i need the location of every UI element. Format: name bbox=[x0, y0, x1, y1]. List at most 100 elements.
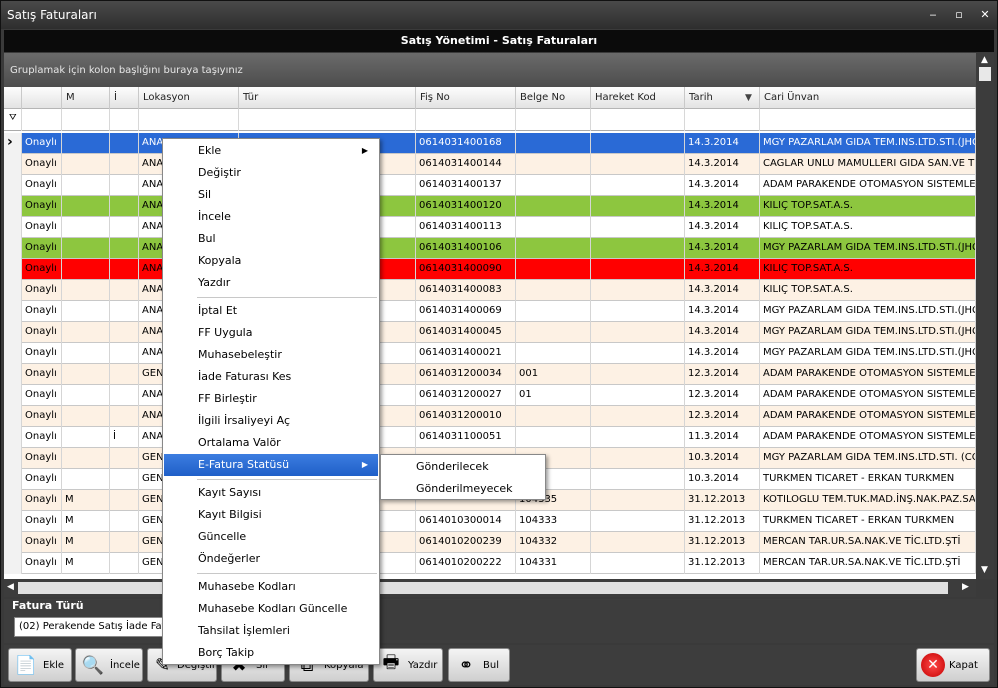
row-indicator[interactable] bbox=[4, 469, 22, 490]
filter-cell-9[interactable] bbox=[685, 109, 760, 131]
column-header-7[interactable]: Belge No bbox=[516, 87, 591, 109]
table-row[interactable]: OnaylıANAası061403140012014.3.2014KILIÇ … bbox=[4, 196, 976, 217]
filter-cell-1[interactable] bbox=[22, 109, 62, 131]
row-indicator[interactable] bbox=[4, 259, 22, 280]
row-indicator[interactable] bbox=[4, 553, 22, 574]
table-row[interactable]: OnaylıANAası061403140009014.3.2014KILIÇ … bbox=[4, 259, 976, 280]
column-header-10[interactable]: Cari Ünvan bbox=[760, 87, 976, 109]
row-indicator[interactable] bbox=[4, 427, 22, 448]
menu-item[interactable]: FF Uygula bbox=[164, 322, 378, 344]
menu-item[interactable]: İptal Et bbox=[164, 300, 378, 322]
table-row[interactable]: Onaylı M GEN 0614010200239 104332 31.12.2013 M… bbox=[4, 532, 976, 553]
row-indicator[interactable] bbox=[4, 448, 22, 469]
menu-item[interactable]: Ekle ▶ bbox=[164, 140, 378, 162]
menu-item[interactable]: FF Birleştir bbox=[164, 388, 378, 410]
column-header-1[interactable] bbox=[22, 87, 62, 109]
table-row[interactable]: Onaylı ANA 0614031400144 14.3.2014 CAGLAR UN… bbox=[4, 154, 976, 175]
menu-item[interactable]: Borç Takip bbox=[164, 642, 378, 664]
menu-item[interactable]: Değiştir bbox=[164, 162, 378, 184]
horizontal-scrollbar[interactable]: ◀ ▶ bbox=[4, 579, 976, 597]
yazdr-button[interactable]: 🖶 Yazdır bbox=[373, 648, 443, 682]
menu-item[interactable]: E-Fatura Statüsü ▶ bbox=[164, 454, 378, 476]
table-row[interactable]: Onaylı ANA 0614031400083 14.3.2014 KILIÇ TOP… bbox=[4, 280, 976, 301]
filter-cell-4[interactable] bbox=[139, 109, 239, 131]
menu-item[interactable]: İncele bbox=[164, 206, 378, 228]
column-header-8[interactable]: Hareket Kod bbox=[591, 87, 685, 109]
row-indicator[interactable] bbox=[4, 322, 22, 343]
table-row[interactable]: Onaylı M GEN 0614010200222 104331 31.12.2013 M… bbox=[4, 553, 976, 574]
row-indicator[interactable] bbox=[4, 490, 22, 511]
row-indicator[interactable] bbox=[4, 217, 22, 238]
menu-item[interactable]: Muhasebeleştir bbox=[164, 344, 378, 366]
ekle-button[interactable]: 📄 Ekle bbox=[8, 648, 72, 682]
row-indicator[interactable] bbox=[4, 364, 22, 385]
incele-button[interactable]: 🔍 İncele bbox=[75, 648, 143, 682]
scroll-right-icon[interactable]: ▶ bbox=[962, 582, 969, 592]
table-row[interactable]: OnaylıANAturası061403120001012.3.2014ADA… bbox=[4, 406, 976, 427]
menu-item[interactable]: İlgili İrsaliyeyi Aç bbox=[164, 410, 378, 432]
table-row[interactable]: OnaylıANAturası061403140013714.3.2014ADA… bbox=[4, 175, 976, 196]
menu-item[interactable]: Tahsilat İşlemleri bbox=[164, 620, 378, 642]
row-indicator[interactable] bbox=[4, 280, 22, 301]
row-indicator[interactable] bbox=[4, 175, 22, 196]
menu-item[interactable]: İade Faturası Kes bbox=[164, 366, 378, 388]
column-header-6[interactable]: Fiş No bbox=[416, 87, 516, 109]
horizontal-scroll-thumb[interactable] bbox=[18, 582, 948, 594]
table-row[interactable]: Onaylı GEN 0614031200034 001 12.3.2014 ADAM P… bbox=[4, 364, 976, 385]
menu-item[interactable]: Öndeğerler bbox=[164, 548, 378, 570]
submenu-item[interactable]: Gönderilecek bbox=[382, 456, 544, 478]
column-header-0[interactable] bbox=[4, 87, 22, 109]
bul-button[interactable]: ⚭ Bul bbox=[448, 648, 510, 682]
close-window-icon[interactable]: ✕ bbox=[979, 1, 991, 29]
table-row[interactable]: OnaylıANAası06140312000270112.3.2014ADAM… bbox=[4, 385, 976, 406]
row-indicator[interactable] bbox=[4, 385, 22, 406]
menu-item[interactable]: Kayıt Sayısı bbox=[164, 482, 378, 504]
row-indicator[interactable] bbox=[4, 532, 22, 553]
row-indicator[interactable] bbox=[4, 301, 22, 322]
menu-item[interactable]: Kayıt Bilgisi bbox=[164, 504, 378, 526]
column-header-5[interactable]: Tür bbox=[239, 87, 416, 109]
filter-cell-0[interactable] bbox=[4, 109, 22, 131]
filter-cell-5[interactable] bbox=[239, 109, 416, 131]
scroll-down-icon[interactable]: ▼ bbox=[981, 565, 988, 575]
menu-item[interactable]: Kopyala bbox=[164, 250, 378, 272]
scroll-up-icon[interactable]: ▲ bbox=[981, 55, 988, 65]
maximize-icon[interactable]: ▫ bbox=[953, 1, 965, 29]
scroll-left-icon[interactable]: ◀ bbox=[7, 582, 14, 592]
row-indicator[interactable]: › bbox=[4, 133, 22, 154]
minimize-icon[interactable]: ‒ bbox=[927, 1, 939, 29]
submenu-item[interactable]: Gönderilmeyecek bbox=[382, 478, 544, 500]
menu-item[interactable]: Ortalama Valör bbox=[164, 432, 378, 454]
filter-cell-7[interactable] bbox=[516, 109, 591, 131]
table-row[interactable]: OnaylıİANAturası061403110005111.3.2014AD… bbox=[4, 427, 976, 448]
vertical-scrollbar[interactable]: ▲ ▼ bbox=[976, 53, 994, 579]
row-indicator[interactable] bbox=[4, 154, 22, 175]
table-row[interactable]: Onaylı M GEN 0614010300014 104333 31.12.2013 T… bbox=[4, 511, 976, 532]
menu-item[interactable]: Muhasebe Kodları bbox=[164, 576, 378, 598]
table-row[interactable]: OnaylıANAası061403140010614.3.2014MGY PA… bbox=[4, 238, 976, 259]
menu-item[interactable]: Yazdır bbox=[164, 272, 378, 294]
column-header-4[interactable]: Lokasyon bbox=[139, 87, 239, 109]
column-header-3[interactable]: İ bbox=[110, 87, 139, 109]
menu-item[interactable]: Güncelle bbox=[164, 526, 378, 548]
vertical-scroll-thumb[interactable] bbox=[979, 67, 991, 81]
filter-cell-2[interactable] bbox=[62, 109, 110, 131]
filter-cell-6[interactable] bbox=[416, 109, 516, 131]
menu-item[interactable]: Muhasebe Kodları Güncelle bbox=[164, 598, 378, 620]
row-indicator[interactable] bbox=[4, 511, 22, 532]
row-indicator[interactable] bbox=[4, 343, 22, 364]
column-header-2[interactable]: M bbox=[62, 87, 110, 109]
filter-row[interactable]: ⛛ bbox=[4, 109, 976, 131]
filter-cell-8[interactable] bbox=[591, 109, 685, 131]
table-row[interactable]: Onaylı ANA 0614031400113 14.3.2014 KILIÇ TOP… bbox=[4, 217, 976, 238]
filter-cell-3[interactable] bbox=[110, 109, 139, 131]
menu-item[interactable]: Bul bbox=[164, 228, 378, 250]
row-indicator[interactable] bbox=[4, 238, 22, 259]
row-indicator[interactable] bbox=[4, 406, 22, 427]
menu-item[interactable]: Sil bbox=[164, 184, 378, 206]
filter-cell-10[interactable] bbox=[760, 109, 976, 131]
table-row[interactable]: Onaylı ANA 0614031400021 14.3.2014 MGY PAZAR… bbox=[4, 343, 976, 364]
close-button[interactable]: ✕ Kapat bbox=[916, 648, 990, 682]
row-indicator[interactable] bbox=[4, 196, 22, 217]
group-by-panel[interactable]: Gruplamak için kolon başlığını buraya ta… bbox=[4, 53, 976, 87]
